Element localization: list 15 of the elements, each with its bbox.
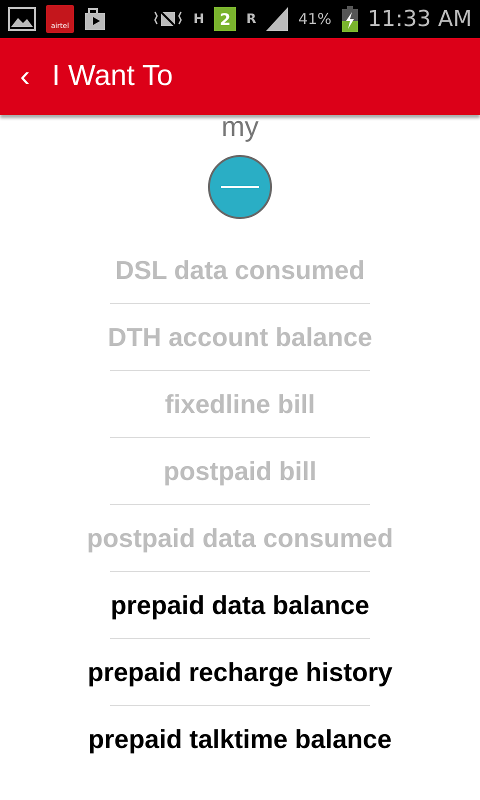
option-item[interactable]: prepaid data balance xyxy=(110,590,370,620)
minus-icon xyxy=(221,185,259,189)
option-item[interactable]: prepaid recharge history xyxy=(88,656,392,688)
picture-icon xyxy=(8,7,36,31)
screen-title: I Want To xyxy=(52,60,173,93)
option-item[interactable]: prepaid talktime balance xyxy=(88,724,392,754)
sim-badge: 2 xyxy=(214,7,236,31)
clock: 11:33 AM xyxy=(368,6,472,32)
battery-charging-icon xyxy=(342,6,358,32)
back-button[interactable]: ‹ xyxy=(20,62,30,92)
roaming-indicator: R xyxy=(246,12,256,26)
signal-icon xyxy=(266,7,288,31)
network-type: H xyxy=(193,12,204,26)
battery-percent: 41% xyxy=(298,10,332,28)
prompt-text: my xyxy=(221,110,259,144)
